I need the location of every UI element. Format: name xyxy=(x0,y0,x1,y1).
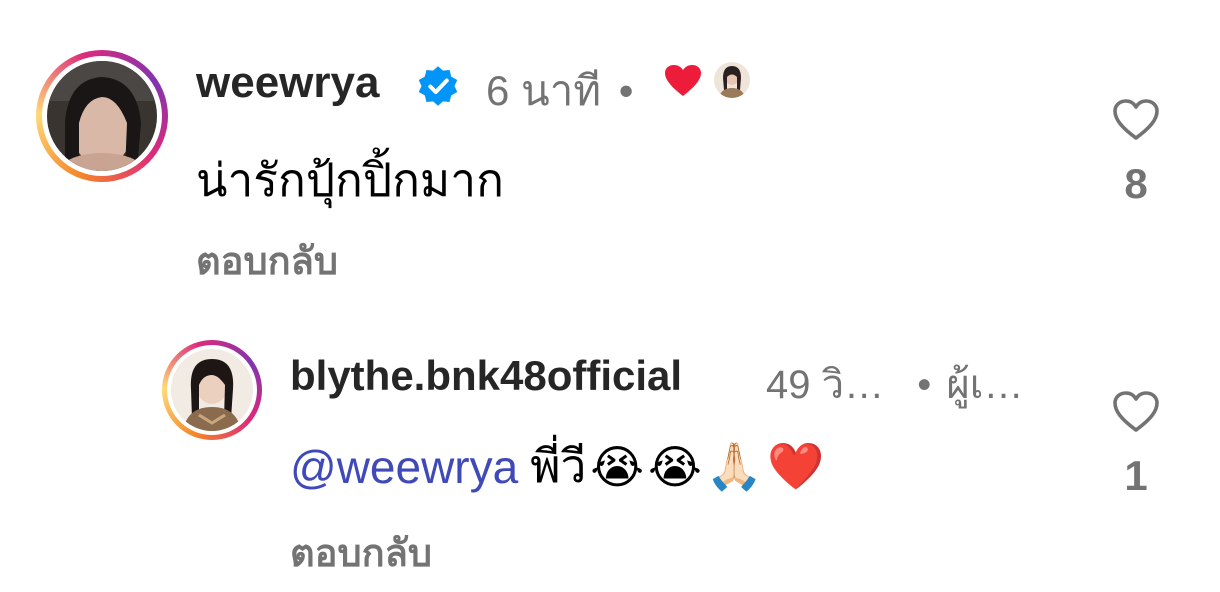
like-column: 1 xyxy=(1106,390,1166,500)
comment-meta: 49 วิ… • ผู้เ… xyxy=(766,352,1023,416)
author-liked-heart-icon xyxy=(664,64,702,98)
comment-time: 6 นาที xyxy=(486,67,602,114)
reply-button[interactable]: ตอบกลับ xyxy=(196,230,338,291)
emoji-loudly-crying-1: 😭 xyxy=(590,440,645,493)
verified-badge-icon xyxy=(416,64,460,108)
like-count: 1 xyxy=(1124,452,1148,499)
author-mini-avatar xyxy=(714,62,750,98)
comment-meta: 6 นาที • xyxy=(486,58,633,124)
avatar-weewrya[interactable] xyxy=(36,50,168,182)
like-heart-icon[interactable] xyxy=(1112,98,1160,142)
like-column: 8 xyxy=(1106,98,1166,208)
comment-text: น่ารักปุ้กปิ้กมาก xyxy=(196,154,504,206)
mention-link[interactable]: @weewrya xyxy=(290,440,518,494)
like-heart-icon[interactable] xyxy=(1112,390,1160,434)
avatar-photo xyxy=(171,349,253,431)
like-count: 8 xyxy=(1124,160,1148,207)
avatar-blythe[interactable] xyxy=(162,340,262,440)
emoji-red-heart: ❤️ xyxy=(767,440,825,492)
meta-separator: • xyxy=(618,67,634,114)
avatar-photo xyxy=(47,61,157,171)
comment-text-line: @weewrya พี่วี 😭 😭 🙏🏻 ❤️ xyxy=(290,430,824,503)
author-tag: ผู้เ… xyxy=(946,363,1024,407)
emoji-folded-hands: 🙏🏻 xyxy=(705,440,764,492)
meta-separator: • xyxy=(917,363,932,407)
emoji-loudly-crying-2: 😭 xyxy=(648,440,702,493)
comment-time: 49 วิ… xyxy=(766,363,885,407)
comment-username[interactable]: weewrya xyxy=(196,58,379,108)
comment-username[interactable]: blythe.bnk48official xyxy=(290,352,682,400)
reply-button[interactable]: ตอบกลับ xyxy=(290,522,432,583)
comment-text: พี่วี xyxy=(530,440,587,492)
